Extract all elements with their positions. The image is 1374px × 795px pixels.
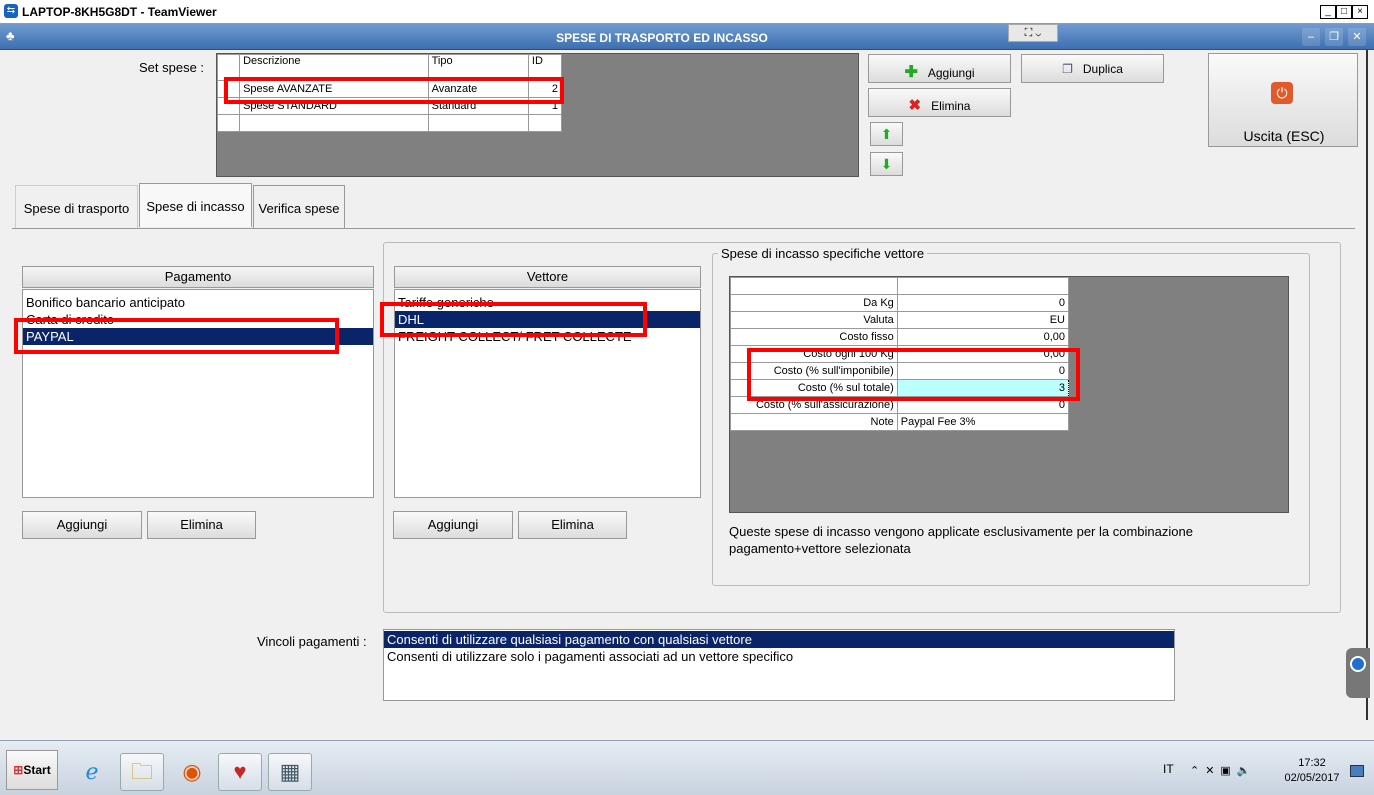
delete-x-icon: ✖ <box>908 97 922 114</box>
vettore-header[interactable]: Vettore <box>394 266 701 288</box>
ie-icon[interactable]: ℯ <box>70 753 114 791</box>
power-icon: ⏻ <box>1271 82 1293 104</box>
close-button[interactable]: × <box>1352 5 1368 19</box>
arrow-up-icon: ⬆ <box>880 126 893 142</box>
language-indicator[interactable]: IT <box>1163 762 1174 776</box>
list-item[interactable]: Tariffe generiche <box>395 294 700 311</box>
costo-imponibile-value[interactable]: 0 <box>896 362 1070 380</box>
spese-specifiche-grid: Da Kg 0 Valuta EU Costo fisso 0,00 Costo og… <box>729 276 1289 513</box>
table-row[interactable]: Costo (% sull'imponibile) 0 <box>730 362 1070 380</box>
cell-id[interactable]: 2 <box>527 80 563 98</box>
cell-tipo[interactable]: Standard <box>427 97 529 115</box>
aggiungi-vettore-button[interactable]: Aggiungi <box>393 511 513 539</box>
table-row[interactable]: Da Kg 0 <box>730 294 1070 312</box>
tab-verifica-spese[interactable]: Verifica spese <box>253 185 345 229</box>
copy-icon: ❐ <box>1062 62 1073 76</box>
tray-icons[interactable]: ⌃✕▣🔈 <box>1190 764 1257 777</box>
windows-icon: ⊞ <box>13 763 24 777</box>
set-spese-label: Set spese : <box>139 60 205 75</box>
arrow-down-icon: ⬇ <box>880 156 893 172</box>
table-row[interactable]: Valuta EU <box>730 311 1070 329</box>
window-title: LAPTOP-8KH5G8DT - TeamViewer <box>22 5 217 19</box>
list-item[interactable]: FREIGHT COLLECT/ FRET COLLECTE <box>395 328 700 345</box>
duplica-button[interactable]: ❐ Duplica <box>1021 54 1164 83</box>
calculator-icon[interactable]: ▦ <box>268 753 312 791</box>
show-desktop-icon[interactable] <box>1350 765 1364 777</box>
app-restore-button[interactable]: ❐ <box>1325 28 1343 46</box>
list-item-selected[interactable]: Consenti di utilizzare qualsiasi pagamen… <box>384 631 1174 648</box>
table-row[interactable]: Costo (% sull'assicurazione) 0 <box>730 396 1070 414</box>
table-row[interactable]: Spese STANDARD Standard 1 <box>216 97 563 115</box>
da-kg-value[interactable]: 0 <box>896 294 1070 312</box>
table-row[interactable]: Costo (% sul totale) 3 <box>730 379 1070 397</box>
uscita-button[interactable]: ⏻ Uscita (ESC) <box>1208 53 1358 147</box>
list-item[interactable]: Consenti di utilizzare solo i pagamenti … <box>384 648 1174 665</box>
teamviewer-logo-icon: ⇆ <box>4 4 18 18</box>
app-close-button[interactable]: ✕ <box>1348 28 1366 46</box>
app-title-bar: ♣ SPESE DI TRASPORTO ED INCASSO – ❐ ✕ <box>0 24 1374 50</box>
col-id[interactable]: ID <box>527 54 563 81</box>
app-minimize-button[interactable]: – <box>1302 28 1320 46</box>
tab-divider <box>12 228 1355 229</box>
teamviewer-icon <box>1350 656 1366 672</box>
list-item[interactable]: Bonifico bancario anticipato <box>23 294 373 311</box>
move-down-button[interactable]: ⬇ <box>870 152 903 176</box>
list-item[interactable]: Carta di credito <box>23 311 373 328</box>
cell-descrizione[interactable]: Spese AVANZATE <box>239 80 429 98</box>
plus-icon: ✚ <box>904 64 918 81</box>
minimize-button[interactable]: _ <box>1320 5 1336 19</box>
move-up-button[interactable]: ⬆ <box>870 122 903 146</box>
start-button[interactable]: ⊞Start <box>6 750 58 790</box>
table-row[interactable]: Costo ogni 100 Kg 0,00 <box>730 345 1070 363</box>
aggiungi-pagamento-button[interactable]: Aggiungi <box>22 511 142 539</box>
vincoli-list[interactable]: Consenti di utilizzare qualsiasi pagamen… <box>383 629 1175 701</box>
spese-specifiche-title: Spese di incasso specifiche vettore <box>718 246 928 261</box>
vettore-list[interactable]: Tariffe generiche DHL FREIGHT COLLECT/ F… <box>394 289 701 498</box>
aggiungi-set-button[interactable]: ✚ Aggiungi <box>868 54 1011 83</box>
tab-spese-trasporto[interactable]: Spese di trasporto <box>15 185 138 229</box>
teamviewer-title-bar: ⇆ LAPTOP-8KH5G8DT - TeamViewer _ □ × <box>0 0 1374 24</box>
table-row[interactable]: Spese AVANZATE Avanzate 2 <box>216 80 563 98</box>
elimina-pagamento-button[interactable]: Elimina <box>147 511 256 539</box>
pagamento-header[interactable]: Pagamento <box>22 266 374 288</box>
list-item-selected[interactable]: PAYPAL <box>23 328 373 345</box>
costo-assicurazione-value[interactable]: 0 <box>896 396 1070 414</box>
clock-date[interactable]: 02/05/2017 <box>1282 772 1342 784</box>
maximize-button[interactable]: □ <box>1336 5 1352 19</box>
list-item-selected[interactable]: DHL <box>395 311 700 328</box>
col-descrizione[interactable]: Descrizione <box>239 54 429 81</box>
uscita-label: Uscita (ESC) <box>1243 128 1325 144</box>
cell-id[interactable]: 1 <box>527 97 563 115</box>
cell-descrizione[interactable]: Spese STANDARD <box>239 97 429 115</box>
costo-100kg-value[interactable]: 0,00 <box>896 345 1070 363</box>
valuta-value[interactable]: EU <box>896 311 1070 329</box>
vincoli-label: Vincoli pagamenti : <box>257 634 367 649</box>
elimina-set-button[interactable]: ✖ Elimina <box>868 88 1011 117</box>
strawberry-app-icon[interactable]: ♥ <box>218 753 262 791</box>
costo-totale-value[interactable]: 3 <box>896 379 1070 397</box>
spese-note-text: Queste spese di incasso vengono applicat… <box>729 524 1193 556</box>
elimina-vettore-button[interactable]: Elimina <box>518 511 627 539</box>
clock-time[interactable]: 17:32 <box>1282 757 1342 769</box>
firefox-icon[interactable]: ◉ <box>170 753 214 791</box>
tab-spese-incasso[interactable]: Spese di incasso <box>139 183 252 227</box>
set-spese-grid: Descrizione Tipo ID Spese AVANZATE Avanz… <box>216 53 859 177</box>
pagamento-list[interactable]: Bonifico bancario anticipato Carta di cr… <box>22 289 374 498</box>
note-value[interactable]: Paypal Fee 3% <box>896 413 1070 431</box>
teamviewer-side-handle[interactable] <box>1346 648 1370 698</box>
table-row[interactable]: Costo fisso 0,00 <box>730 328 1070 346</box>
app-title: SPESE DI TRASPORTO ED INCASSO <box>556 31 768 45</box>
teamviewer-toolbar-toggle[interactable]: ⛶ ⌄ <box>1008 24 1058 42</box>
costo-fisso-value[interactable]: 0,00 <box>896 328 1070 346</box>
col-tipo[interactable]: Tipo <box>427 54 529 81</box>
table-row[interactable]: Note Paypal Fee 3% <box>730 413 1070 431</box>
cell-tipo[interactable]: Avanzate <box>427 80 529 98</box>
explorer-icon[interactable]: 🗀 <box>120 753 164 791</box>
